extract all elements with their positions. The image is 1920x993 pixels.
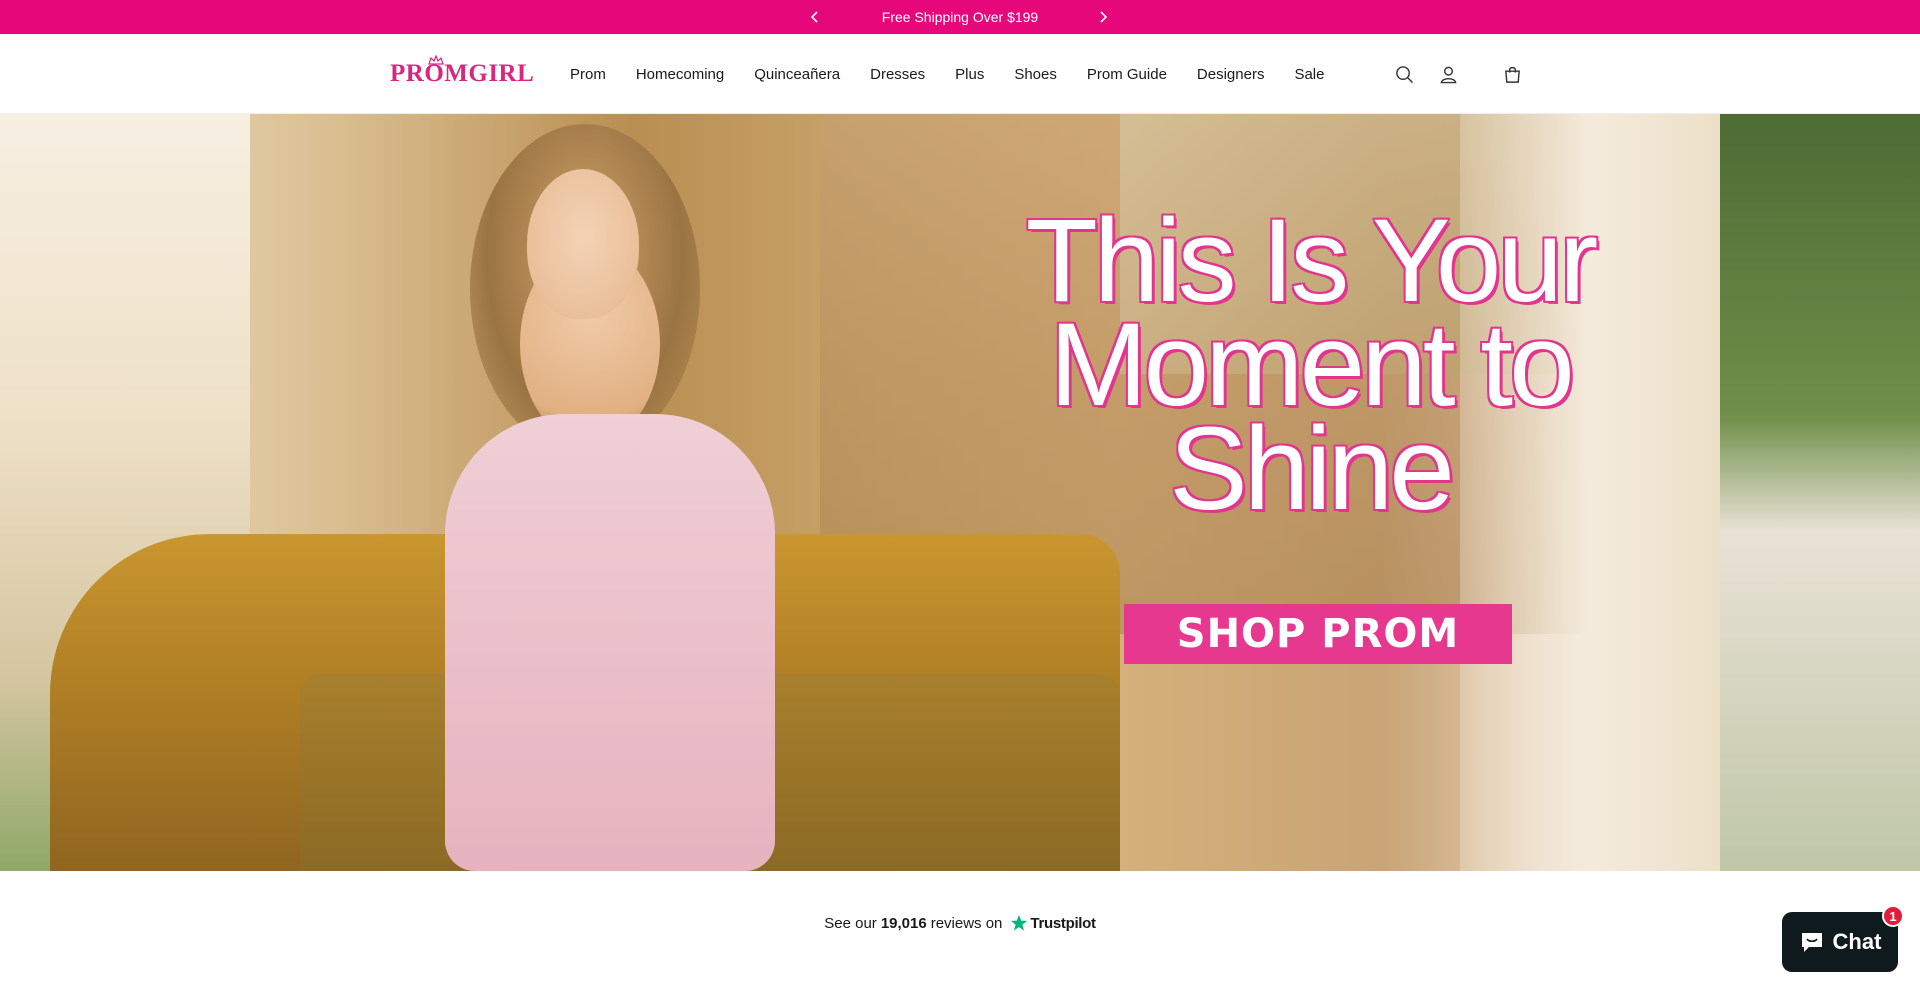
hero-headline-line-3: Shine xyxy=(1168,403,1457,535)
search-button[interactable] xyxy=(1392,62,1416,86)
cart-icon xyxy=(1504,66,1520,83)
nav-item-quinceanera[interactable]: Quinceañera xyxy=(739,66,855,83)
chat-button[interactable]: Chat xyxy=(1782,912,1898,972)
account-icon xyxy=(1440,66,1456,83)
chevron-left-icon xyxy=(810,11,818,23)
hero-model-face xyxy=(527,169,639,319)
trustpilot-link[interactable]: Trustpilot xyxy=(1010,914,1096,932)
shop-prom-button[interactable]: SHOP PROM xyxy=(1124,604,1512,664)
hero-banner[interactable]: This Is Your Moment to Shine SHOP PROM xyxy=(0,114,1920,871)
site-header: PROMGIRL Prom Homecoming Quinceañera Dre… xyxy=(0,34,1920,114)
chat-notification-badge: 1 xyxy=(1882,905,1904,927)
trustpilot-review-count: 19,016 xyxy=(880,914,927,932)
nav-item-dresses[interactable]: Dresses xyxy=(855,66,940,83)
hero-model-dress xyxy=(445,414,775,871)
account-button[interactable] xyxy=(1436,62,1460,86)
announcement-next-button[interactable] xyxy=(1088,0,1118,34)
trustpilot-suffix: reviews on xyxy=(930,914,1003,932)
star-icon xyxy=(1011,914,1028,931)
announcement-prev-button[interactable] xyxy=(800,0,830,34)
nav-item-sale[interactable]: Sale xyxy=(1279,66,1339,83)
nav-item-plus[interactable]: Plus xyxy=(940,66,999,83)
nav-item-homecoming[interactable]: Homecoming xyxy=(621,66,739,83)
trustpilot-brand: Trustpilot xyxy=(1030,914,1096,932)
announcement-text[interactable]: Free Shipping Over $199 xyxy=(882,9,1038,25)
announcement-bar: Free Shipping Over $199 xyxy=(0,0,1920,34)
search-icon xyxy=(1395,65,1413,83)
site-logo[interactable]: PROMGIRL xyxy=(390,55,535,92)
hero-background-garden xyxy=(1720,114,1920,871)
nav-item-prom-guide[interactable]: Prom Guide xyxy=(1072,66,1182,83)
hero-headline-line-1: This Is Your xyxy=(1024,195,1600,327)
chat-label: Chat xyxy=(1832,929,1882,954)
crown-icon xyxy=(428,55,444,65)
hero-headline-line-2: Moment to xyxy=(1048,299,1576,431)
trustpilot-prefix: See our xyxy=(824,914,877,932)
cart-button[interactable] xyxy=(1500,62,1524,86)
nav-item-shoes[interactable]: Shoes xyxy=(999,66,1072,83)
chevron-right-icon xyxy=(1100,11,1108,23)
chat-bubble-icon xyxy=(1801,933,1822,952)
logo-text: PROMGIRL xyxy=(390,60,535,87)
nav-item-prom[interactable]: Prom xyxy=(555,66,621,83)
trustpilot-widget: See our 19,016 reviews on Trustpilot xyxy=(0,910,1920,936)
hero-headline: This Is Your Moment to Shine xyxy=(960,195,1660,535)
main-nav: Prom Homecoming Quinceañera Dresses Plus… xyxy=(555,34,1339,114)
nav-item-designers[interactable]: Designers xyxy=(1182,66,1280,83)
